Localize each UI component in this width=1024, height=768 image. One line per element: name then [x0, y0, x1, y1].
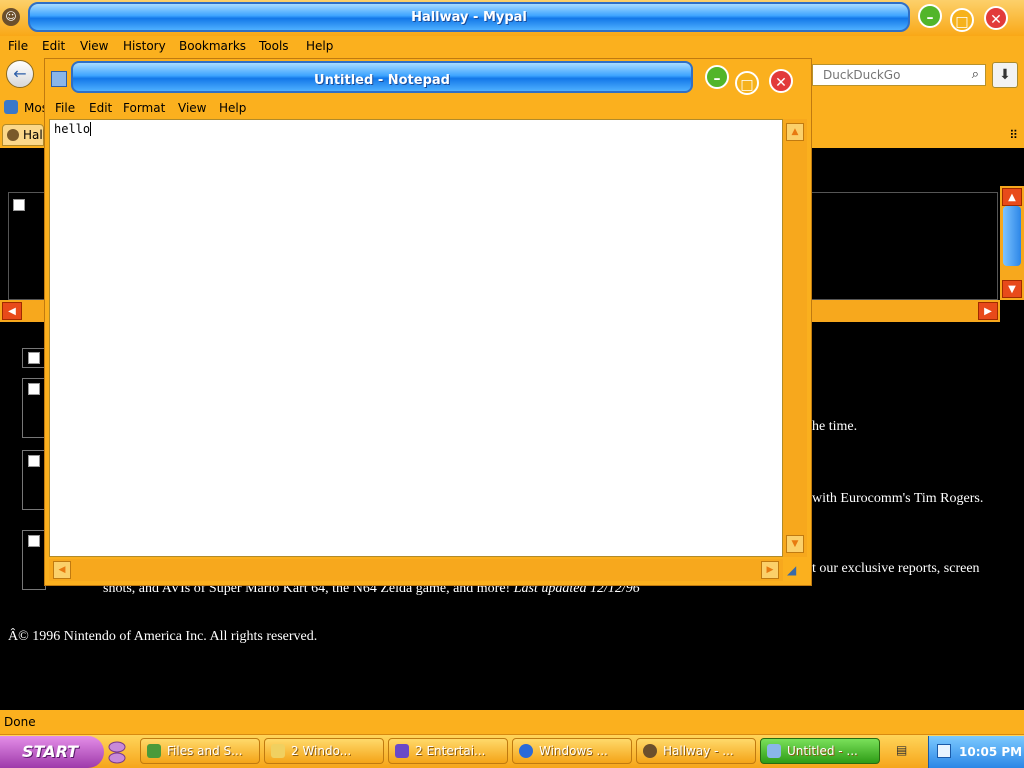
page-text-fragment: t our exclusive reports, screen: [812, 561, 980, 576]
start-decoration-icon: [108, 741, 126, 764]
list-all-tabs-icon[interactable]: ⠿: [1009, 128, 1018, 142]
notepad-vertical-scrollbar[interactable]: ▲ ▼: [783, 119, 807, 557]
notepad-menu-help[interactable]: Help: [219, 101, 246, 115]
task-label: Untitled - ...: [787, 744, 858, 758]
menu-edit[interactable]: Edit: [42, 39, 65, 53]
notepad-menu-view[interactable]: View: [178, 101, 206, 115]
image-placeholder: [22, 530, 46, 590]
tab-hallway[interactable]: Hall: [2, 124, 47, 146]
browser-titlebar[interactable]: ☺ Hallway - Mypal – □ ✕: [0, 0, 1024, 36]
media-task-icon: [519, 744, 533, 758]
task-label: Windows ...: [539, 744, 608, 758]
scroll-up-arrow-icon[interactable]: ▲: [786, 123, 804, 141]
scroll-down-arrow-icon[interactable]: ▼: [786, 535, 804, 553]
broken-image-icon: [28, 455, 40, 467]
task-windows-media[interactable]: Windows ...: [512, 738, 632, 764]
notepad-window: Untitled - Notepad – □ ✕ File Edit Forma…: [44, 58, 812, 586]
menu-tools[interactable]: Tools: [259, 39, 289, 53]
page-text-fragment: with Eurocomm's Tim Rogers.: [812, 491, 984, 506]
notepad-title: Untitled - Notepad: [314, 73, 450, 88]
scroll-thumb[interactable]: [1003, 206, 1021, 266]
notepad-app-icon[interactable]: [51, 71, 67, 87]
resize-grip-icon[interactable]: ◢: [787, 563, 803, 579]
search-input[interactable]: [813, 65, 963, 85]
notepad-close-button[interactable]: ✕: [769, 69, 793, 93]
menu-file[interactable]: File: [8, 39, 28, 53]
status-text: Done: [4, 715, 36, 729]
system-tray: 10:05 PM: [928, 736, 1024, 768]
notepad-text-area[interactable]: hello​: [49, 119, 783, 557]
notepad-horizontal-scrollbar[interactable]: ◀ ▶: [49, 559, 783, 581]
notepad-content: hello: [54, 122, 91, 136]
download-arrow-icon[interactable]: ⬇: [992, 62, 1018, 88]
search-icon[interactable]: ⌕: [972, 67, 979, 82]
notepad-maximize-button[interactable]: □: [735, 71, 759, 95]
browser-statusbar: Done: [0, 710, 1024, 734]
browser-minimize-button[interactable]: –: [918, 4, 942, 28]
taskbar: START Files and S... 2 Windo... 2 Entert…: [0, 734, 1024, 768]
task-entertainment-group[interactable]: 2 Entertai...: [388, 738, 508, 764]
menu-view[interactable]: View: [80, 39, 108, 53]
scroll-up-arrow-icon[interactable]: ▲: [1002, 188, 1022, 206]
browser-title: Hallway - Mypal: [411, 10, 527, 25]
notepad-minimize-button[interactable]: –: [705, 65, 729, 89]
search-box[interactable]: ⌕: [812, 64, 986, 86]
mypal-app-icon[interactable]: ☺: [2, 8, 20, 26]
bookmark-icon: [4, 100, 18, 114]
task-label: 2 Windo...: [291, 744, 352, 758]
broken-image-icon: [28, 352, 40, 364]
tray-printer-icon[interactable]: ▤: [896, 743, 910, 761]
files-task-icon: [147, 744, 161, 758]
notepad-menu-format[interactable]: Format: [123, 101, 165, 115]
text-cursor: ​: [90, 122, 92, 136]
broken-image-icon: [28, 383, 40, 395]
back-arrow-icon[interactable]: ←: [6, 60, 34, 88]
tab-label: Hall: [23, 128, 47, 142]
scroll-left-arrow-icon[interactable]: ◀: [53, 561, 71, 579]
network-icon[interactable]: [937, 744, 951, 758]
scroll-down-arrow-icon[interactable]: ▼: [1002, 280, 1022, 298]
mypal-task-icon: [643, 744, 657, 758]
task-untitled-notepad[interactable]: Untitled - ...: [760, 738, 880, 764]
copyright-text: Â© 1996 Nintendo of America Inc. All rig…: [8, 629, 318, 644]
browser-close-button[interactable]: ✕: [984, 6, 1008, 30]
notepad-task-icon: [767, 744, 781, 758]
scroll-right-arrow-icon[interactable]: ▶: [761, 561, 779, 579]
broken-image-icon: [28, 535, 40, 547]
frame-vertical-scrollbar[interactable]: ▲ ▼: [1000, 186, 1024, 300]
entertainment-task-icon: [395, 744, 409, 758]
scroll-right-arrow-icon[interactable]: ▶: [978, 302, 998, 320]
task-label: 2 Entertai...: [415, 744, 486, 758]
scroll-left-arrow-icon[interactable]: ◀: [2, 302, 22, 320]
page-text-fragment: he time.: [812, 419, 858, 434]
menu-help[interactable]: Help: [306, 39, 333, 53]
menu-bookmarks[interactable]: Bookmarks: [179, 39, 246, 53]
menu-history[interactable]: History: [123, 39, 166, 53]
clock[interactable]: 10:05 PM: [959, 745, 1022, 759]
browser-menubar: File Edit View History Bookmarks Tools H…: [0, 36, 1024, 56]
image-placeholder: [22, 378, 46, 438]
start-button[interactable]: START: [0, 736, 104, 768]
folder-task-icon: [271, 744, 285, 758]
notepad-menu-edit[interactable]: Edit: [89, 101, 112, 115]
image-placeholder: [22, 450, 46, 510]
browser-maximize-button[interactable]: □: [950, 8, 974, 32]
tab-favicon-icon: [7, 129, 19, 141]
task-label: Files and S...: [167, 744, 243, 758]
broken-image-icon: [13, 199, 25, 211]
task-label: Hallway - ...: [663, 744, 734, 758]
notepad-menu-file[interactable]: File: [55, 101, 75, 115]
task-windows-explorer-group[interactable]: 2 Windo...: [264, 738, 384, 764]
image-placeholder: [22, 348, 46, 368]
task-hallway-mypal[interactable]: Hallway - ...: [636, 738, 756, 764]
task-files-and-settings[interactable]: Files and S...: [140, 738, 260, 764]
